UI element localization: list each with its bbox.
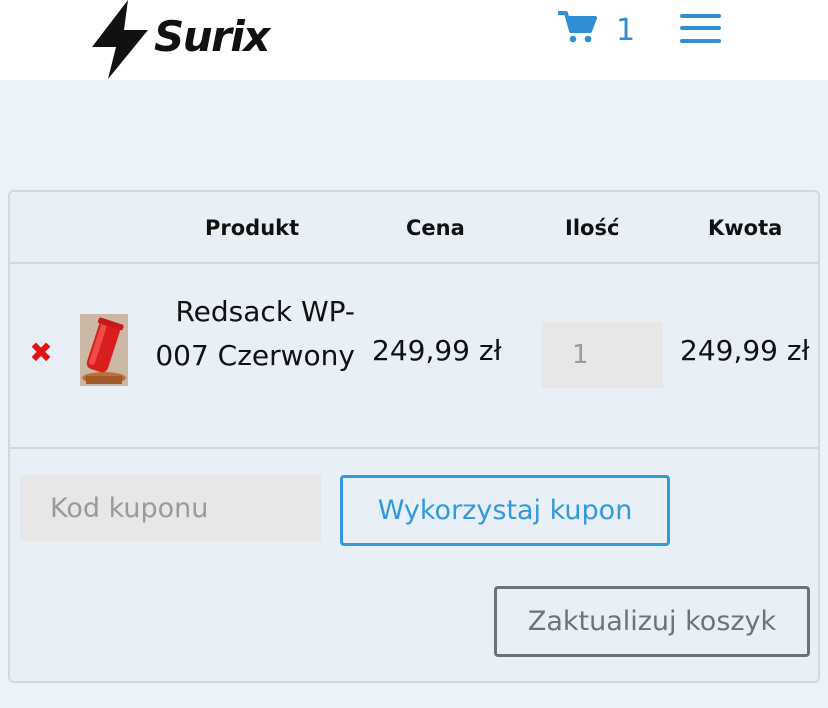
update-cart-button[interactable]: Zaktualizuj koszyk — [494, 586, 810, 657]
product-thumbnail[interactable] — [80, 314, 128, 386]
product-name-link[interactable]: Redsack WP-007 Czerwony — [138, 290, 355, 378]
column-header-product: Produkt — [205, 216, 300, 240]
product-subtotal: 249,99 zł — [680, 334, 810, 367]
site-logo[interactable]: Surix — [90, 0, 280, 80]
apply-coupon-button[interactable]: Wykorzystaj kupon — [340, 475, 670, 546]
cart-link[interactable]: 1 — [558, 8, 638, 48]
column-header-quantity: Ilość — [565, 216, 620, 240]
remove-x-icon[interactable]: ✖ — [26, 338, 56, 368]
hamburger-menu-icon[interactable] — [680, 12, 722, 46]
menu-bar — [680, 39, 721, 43]
product-price: 249,99 zł — [372, 334, 502, 367]
quantity-input[interactable] — [542, 322, 663, 388]
coupon-code-input[interactable] — [20, 475, 321, 541]
lightning-bolt-icon — [92, 0, 148, 79]
product-image — [80, 314, 128, 386]
cart-count: 1 — [616, 13, 636, 48]
logo-text: Surix — [154, 12, 270, 61]
table-header: Produkt Cena Ilość Kwota — [10, 192, 818, 264]
menu-bar — [680, 26, 721, 30]
column-header-price: Cena — [406, 216, 465, 240]
cart-table: Produkt Cena Ilość Kwota ✖ Redsack WP-00… — [8, 190, 820, 683]
cart-icon — [558, 11, 597, 43]
column-header-total: Kwota — [708, 216, 783, 240]
table-row: ✖ Redsack WP-007 Czerwony 249,99 zł 249,… — [10, 264, 818, 449]
site-header: Surix 1 — [0, 0, 828, 80]
menu-bar — [680, 14, 721, 18]
